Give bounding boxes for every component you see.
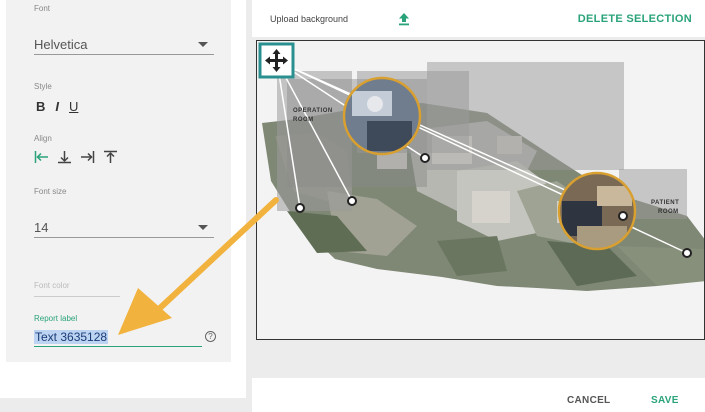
align-left-icon (34, 151, 48, 163)
save-button[interactable]: SAVE (651, 395, 679, 406)
align-toolbar (34, 150, 118, 164)
align-label: Align (34, 134, 52, 143)
move-icon[interactable] (258, 42, 295, 79)
floorplan-drawing: OPERATION ROOM PATIENT ROOM (258, 42, 704, 291)
font-size-value: 14 (34, 220, 49, 235)
help-icon[interactable]: ? (205, 331, 216, 342)
chevron-down-icon (198, 42, 208, 47)
align-top-icon (104, 150, 117, 163)
font-color-label: Font color (34, 281, 70, 290)
font-color-field[interactable] (34, 296, 120, 297)
font-size-label: Font size (34, 187, 67, 196)
anchor-handle[interactable] (420, 153, 430, 163)
bold-button[interactable]: B (36, 99, 45, 114)
operation-room-label: OPERATION (293, 108, 333, 114)
style-label: Style (34, 82, 52, 91)
align-top-button[interactable] (103, 150, 118, 164)
chevron-down-icon (198, 225, 208, 230)
report-label-value: Text 3635128 (34, 330, 109, 344)
delete-selection-button[interactable]: DELETE SELECTION (578, 13, 692, 25)
align-bottom-icon (58, 151, 71, 164)
zone-box[interactable] (427, 62, 624, 170)
canvas-toolbar: Upload background DELETE SELECTION (252, 0, 705, 37)
upload-background-label: Upload background (270, 14, 349, 24)
report-editor: { "panel": { "font_label": "Font", "font… (0, 0, 705, 412)
align-right-button[interactable] (80, 150, 95, 164)
align-right-icon (81, 151, 95, 163)
anchor-handle[interactable] (295, 203, 305, 213)
font-size-select[interactable]: 14 (34, 219, 214, 238)
italic-button[interactable]: I (55, 99, 59, 114)
anchor-handle[interactable] (618, 211, 628, 221)
report-label-label: Report label (34, 314, 78, 323)
anchor-handle[interactable] (347, 196, 357, 206)
report-label-input[interactable]: Text 3635128 (34, 328, 202, 347)
anchor-handle[interactable] (682, 248, 692, 258)
operation-room-label-line2: ROOM (293, 117, 314, 123)
underline-button[interactable]: U (69, 99, 78, 114)
font-select-value: Helvetica (34, 37, 88, 52)
dialog-footer: CANCEL SAVE (252, 378, 705, 412)
style-toolbar: B I U (36, 99, 78, 114)
patient-room-label: PATIENT (651, 200, 679, 206)
font-label: Font (34, 4, 51, 13)
font-select[interactable]: Helvetica (34, 36, 214, 55)
align-left-button[interactable] (34, 150, 49, 164)
floorplan-canvas[interactable]: OPERATION ROOM PATIENT ROOM (256, 40, 705, 340)
align-bottom-button[interactable] (57, 150, 72, 164)
upload-icon[interactable] (398, 12, 410, 26)
cancel-button[interactable]: CANCEL (567, 395, 610, 406)
patient-room-label-line2: ROOM (658, 209, 679, 215)
